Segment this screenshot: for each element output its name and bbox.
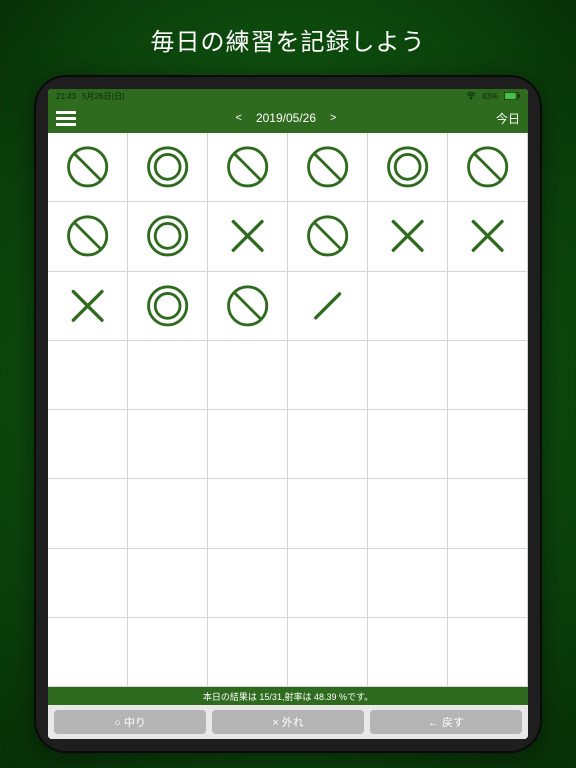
grid-cell[interactable] — [288, 618, 368, 687]
grid-cell[interactable] — [48, 410, 128, 479]
grid-cell[interactable] — [368, 549, 448, 618]
nav-bar: < 2019/05/26 > 今日 — [48, 103, 528, 133]
grid-cell[interactable] — [128, 549, 208, 618]
practice-grid — [48, 133, 528, 687]
undo-button[interactable]: ← 戻す — [370, 710, 522, 734]
grid-cell[interactable] — [288, 341, 368, 410]
status-date: 5月26日(日) — [82, 91, 125, 102]
next-day-button[interactable]: > — [330, 112, 336, 124]
grid-cell[interactable] — [208, 549, 288, 618]
x-mark-icon — [220, 212, 275, 260]
grid-cell[interactable] — [448, 341, 528, 410]
grid-cell[interactable] — [448, 410, 528, 479]
grid-cell[interactable] — [48, 202, 128, 271]
grid-cell[interactable] — [208, 410, 288, 479]
slash-mark-icon — [300, 143, 355, 191]
battery-text: 83% — [482, 92, 498, 101]
grid-cell[interactable] — [208, 341, 288, 410]
grid-cell[interactable] — [128, 133, 208, 202]
grid-cell[interactable] — [128, 202, 208, 271]
grid-cell[interactable] — [48, 272, 128, 341]
grid-cell[interactable] — [48, 549, 128, 618]
double-mark-icon — [140, 143, 195, 191]
wifi-icon — [466, 92, 476, 100]
grid-cell[interactable] — [128, 618, 208, 687]
x-mark-icon — [380, 212, 435, 260]
grid-cell[interactable] — [368, 341, 448, 410]
line-mark-icon — [300, 282, 355, 330]
slash-mark-icon — [220, 282, 275, 330]
grid-cell[interactable] — [448, 272, 528, 341]
grid-cell[interactable] — [128, 479, 208, 548]
grid-cell[interactable] — [368, 410, 448, 479]
grid-cell[interactable] — [208, 272, 288, 341]
status-bar: 21:43 5月26日(日) 83% — [48, 89, 528, 103]
grid-cell[interactable] — [208, 479, 288, 548]
double-mark-icon — [140, 282, 195, 330]
button-bar: ○ 中り × 外れ ← 戻す — [48, 705, 528, 739]
grid-cell[interactable] — [448, 133, 528, 202]
x-mark-icon — [460, 212, 515, 260]
grid-cell[interactable] — [368, 479, 448, 548]
grid-cell[interactable] — [368, 272, 448, 341]
grid-cell[interactable] — [448, 618, 528, 687]
page-headline: 毎日の練習を記録しよう — [151, 22, 426, 57]
hit-button[interactable]: ○ 中り — [54, 710, 206, 734]
grid-cell[interactable] — [288, 272, 368, 341]
grid-cell[interactable] — [48, 618, 128, 687]
slash-mark-icon — [60, 212, 115, 260]
grid-cell[interactable] — [288, 410, 368, 479]
grid-cell[interactable] — [48, 341, 128, 410]
grid-cell[interactable] — [448, 202, 528, 271]
slash-mark-icon — [60, 143, 115, 191]
result-bar: 本日の結果は 15/31,射率は 48.39 %です。 — [48, 687, 528, 705]
tablet-frame: 21:43 5月26日(日) 83% < 2019/05/26 > — [34, 75, 542, 753]
x-mark-icon — [60, 282, 115, 330]
grid-cell[interactable] — [208, 618, 288, 687]
grid-cell[interactable] — [288, 549, 368, 618]
double-mark-icon — [380, 143, 435, 191]
grid-cell[interactable] — [128, 410, 208, 479]
grid-cell[interactable] — [368, 618, 448, 687]
grid-cell[interactable] — [208, 133, 288, 202]
menu-icon[interactable] — [56, 111, 76, 126]
grid-cell[interactable] — [448, 549, 528, 618]
double-mark-icon — [140, 212, 195, 260]
grid-cell[interactable] — [448, 479, 528, 548]
today-button[interactable]: 今日 — [496, 110, 520, 127]
battery-icon — [504, 92, 520, 100]
grid-cell[interactable] — [288, 133, 368, 202]
status-time: 21:43 — [56, 92, 76, 101]
grid-cell[interactable] — [288, 479, 368, 548]
prev-day-button[interactable]: < — [236, 112, 242, 124]
slash-mark-icon — [300, 212, 355, 260]
date-selector: < 2019/05/26 > — [236, 111, 337, 125]
miss-button[interactable]: × 外れ — [212, 710, 364, 734]
nav-date[interactable]: 2019/05/26 — [256, 111, 316, 125]
screen: 21:43 5月26日(日) 83% < 2019/05/26 > — [48, 89, 528, 739]
grid-cell[interactable] — [128, 341, 208, 410]
grid-cell[interactable] — [208, 202, 288, 271]
slash-mark-icon — [220, 143, 275, 191]
slash-mark-icon — [460, 143, 515, 191]
grid-cell[interactable] — [128, 272, 208, 341]
grid-cell[interactable] — [288, 202, 368, 271]
grid-cell[interactable] — [368, 133, 448, 202]
grid-cell[interactable] — [48, 133, 128, 202]
grid-cell[interactable] — [368, 202, 448, 271]
grid-cell[interactable] — [48, 479, 128, 548]
